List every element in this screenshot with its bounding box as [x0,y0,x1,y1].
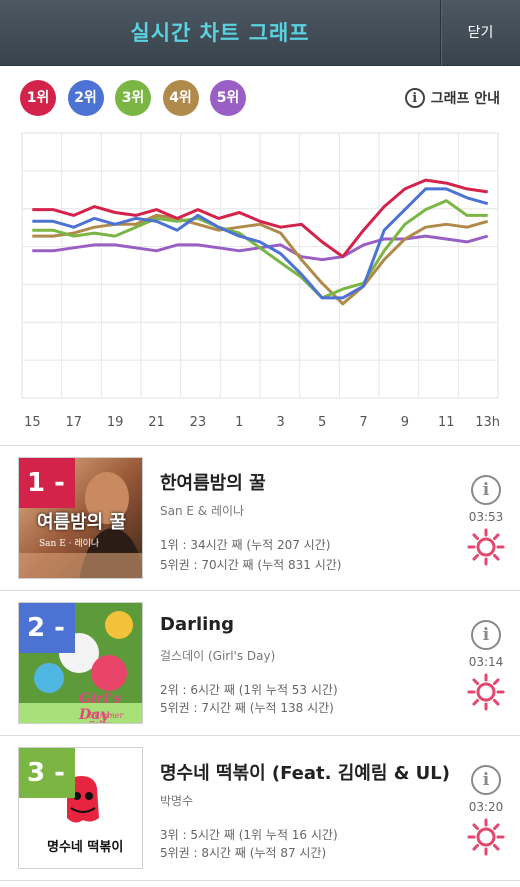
x-tick-label: 7 [359,415,367,430]
x-tick-label: 9 [401,415,409,430]
divider [0,880,520,881]
rank-stat-2: 5위권 : 7시간 째 (누적 138 시간) [160,701,334,715]
rank-3-button[interactable]: 3위 [115,80,151,116]
song-title[interactable]: Darling [160,614,234,635]
cover-subtitle-text: San E · 레이나 [39,539,100,549]
x-tick-label: 11 [438,415,455,430]
song-duration: 03:53 [468,510,504,524]
cover-title-text: 명수네 떡볶이 [47,840,124,855]
sun-icon[interactable] [467,528,505,566]
x-tick-label: 15 [24,415,41,430]
rank-filter-group: 1위 2위 3위 4위 5위 [20,80,258,116]
song-duration: 03:20 [468,800,504,814]
song-duration: 03:14 [468,655,504,669]
rank-stat-1: 1위 : 34시간 째 (누적 207 시간) [160,538,331,552]
song-artist: San E & 레이나 [160,504,245,518]
x-tick-label: 13h [475,415,500,430]
graph-guide-button[interactable]: i 그래프 안내 [404,86,500,110]
cover-subtitle-text: Summer Party [89,711,124,723]
album-cover: 명수네 떡볶이 3 - [18,747,143,869]
x-tick-label: 3 [277,415,285,430]
rank-4-button[interactable]: 4위 [162,80,199,116]
close-button[interactable]: 닫기 [441,0,520,66]
song-info-icon[interactable]: i [471,765,501,795]
x-tick-label: 23 [190,415,207,430]
sun-icon[interactable] [467,673,505,711]
song-artist: 박명수 [160,794,194,808]
chart-list-item-3[interactable]: 명수네 떡볶이 3 - 명수네 떡볶이 (Feat. 김예림 & UL) 박명수… [0,736,520,880]
chart-svg: 15 17 19 21 23 1 3 5 7 9 11 13h [21,132,500,430]
rank-badge: 1 - [19,458,75,508]
x-tick-label: 21 [148,415,165,430]
info-icon: i [404,88,425,108]
album-cover: 여름밤의 꿀 San E · 레이나 1 - [18,457,143,579]
rank-stat-2: 5위권 : 70시간 째 (누적 831 시간) [160,558,342,572]
x-tick-label: 17 [65,415,82,430]
song-info-icon[interactable]: i [471,620,501,650]
song-artist: 걸스데이 (Girl's Day) [160,649,276,663]
chart-list-item-1[interactable]: 여름밤의 꿀 San E · 레이나 1 - 한여름밤의 꿀 San E & 레… [0,446,520,590]
x-tick-label: 5 [318,415,326,430]
graph-guide-label: 그래프 안내 [430,91,500,107]
cover-title-text: 여름밤의 꿀 [37,512,127,533]
song-title[interactable]: 한여름밤의 꿀 [160,469,266,495]
chart-list-item-2[interactable]: Girl's Day Summer Party 2 - Darling 걸스데이… [0,591,520,735]
realtime-rank-chart: 15 17 19 21 23 1 3 5 7 9 11 13h [0,125,520,435]
rank-badge: 2 - [19,603,75,653]
header-bar: 실시간 차트 그래프 닫기 [0,0,520,66]
album-cover: Girl's Day Summer Party 2 - [18,602,143,724]
song-info-icon[interactable]: i [471,475,501,505]
rank-2-button[interactable]: 2위 [67,80,104,116]
rank-badge: 3 - [19,748,75,798]
rank-1-button[interactable]: 1위 [20,80,56,116]
rank-stat-1: 2위 : 6시간 째 (1위 누적 53 시간) [160,683,338,697]
rank-stat-2: 5위권 : 8시간 째 (누적 87 시간) [160,846,327,860]
page-title: 실시간 차트 그래프 [130,21,310,45]
sun-icon[interactable] [467,818,505,856]
x-tick-label: 1 [235,415,243,430]
rank-5-button[interactable]: 5위 [210,80,246,116]
x-tick-label: 19 [107,415,124,430]
rank-stat-1: 3위 : 5시간 째 (1위 누적 16 시간) [160,828,338,842]
song-title[interactable]: 명수네 떡볶이 (Feat. 김예림 & UL) [160,759,450,785]
